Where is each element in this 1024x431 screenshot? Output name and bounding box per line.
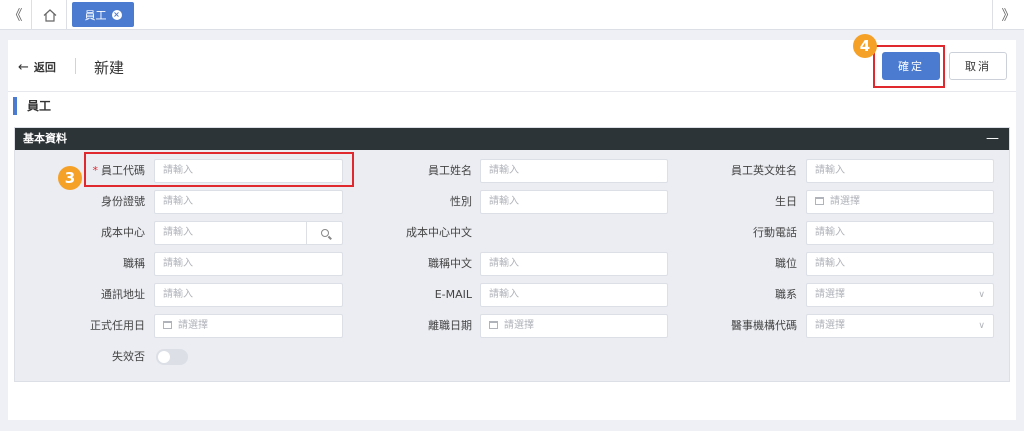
calendar-icon	[163, 321, 172, 329]
emp-name-label: 員工姓名	[428, 164, 472, 177]
panel-header: 基本資料 —	[15, 128, 1009, 150]
calendar-icon	[489, 321, 498, 329]
top-tab-bar: 《 員工 × 》	[0, 0, 1024, 30]
step-4-callout: 4	[853, 34, 877, 58]
mobile-input[interactable]: 請輸入	[806, 221, 994, 245]
cost-center-cn-label: 成本中心中文	[406, 226, 472, 239]
close-tab-icon[interactable]: ×	[111, 9, 122, 20]
position-label: 職位	[775, 257, 797, 270]
job-title-cn-input[interactable]: 請輸入	[480, 252, 668, 276]
section-title: 員工	[13, 97, 51, 115]
leave-date-placeholder: 請選擇	[504, 320, 534, 331]
hire-date-label: 正式任用日	[90, 319, 145, 332]
arrow-left-icon: ←	[18, 59, 29, 75]
back-label: 返回	[33, 61, 56, 74]
header-divider	[75, 58, 76, 74]
home-tab-button[interactable]	[33, 0, 67, 30]
tab-employee-label: 員工	[84, 8, 107, 22]
chevron-down-icon: ∨	[978, 321, 985, 331]
id-no-label: 身份證號	[101, 195, 145, 208]
confirm-button[interactable]: 確定	[882, 52, 940, 80]
emp-name-input[interactable]: 請輸入	[480, 159, 668, 183]
toggle-knob	[158, 351, 170, 363]
job-title-input[interactable]: 請輸入	[154, 252, 343, 276]
position-input[interactable]: 請輸入	[806, 252, 994, 276]
cancel-button[interactable]: 取消	[949, 52, 1007, 80]
job-title-label: 職稱	[123, 257, 145, 270]
scroll-tabs-right-button[interactable]: 》	[992, 0, 1024, 30]
page-title: 新建	[94, 59, 125, 77]
search-button[interactable]	[306, 222, 342, 244]
hr-org-code-placeholder: 請選擇	[815, 320, 845, 331]
page-header: ← 返回 新建 4 確定 取消	[8, 34, 1016, 92]
leave-date-datepicker[interactable]: 請選擇	[480, 314, 668, 338]
address-input[interactable]: 請輸入	[154, 283, 343, 307]
panel-title: 基本資料	[23, 132, 67, 145]
email-label: E-MAIL	[434, 288, 472, 301]
leave-date-label: 離職日期	[428, 319, 472, 332]
emp-en-name-input[interactable]: 請輸入	[806, 159, 994, 183]
calendar-icon	[815, 197, 824, 205]
job-series-label: 職系	[775, 288, 797, 301]
birthday-datepicker[interactable]: 請選擇	[806, 190, 994, 214]
gender-label: 性別	[450, 195, 472, 208]
mobile-label: 行動電話	[753, 226, 797, 239]
step-3-callout: 3	[58, 166, 82, 190]
search-icon	[320, 229, 329, 237]
hire-date-datepicker[interactable]: 請選擇	[154, 314, 343, 338]
emp-en-name-label: 員工英文姓名	[731, 164, 797, 177]
home-icon	[43, 8, 56, 22]
birthday-label: 生日	[775, 195, 797, 208]
cost-center-input[interactable]: 請輸入	[154, 221, 343, 245]
cost-center-label: 成本中心	[101, 226, 145, 239]
collapse-icon[interactable]: —	[986, 128, 999, 150]
job-series-placeholder: 請選擇	[815, 289, 845, 300]
emp-code-highlight-box	[84, 152, 354, 187]
scroll-tabs-left-button[interactable]: 《	[0, 0, 32, 30]
cost-center-placeholder: 請輸入	[163, 227, 193, 238]
gender-input[interactable]: 請輸入	[480, 190, 668, 214]
chevron-down-icon: ∨	[978, 290, 985, 300]
address-label: 通訊地址	[101, 288, 145, 301]
birthday-placeholder: 請選擇	[830, 196, 860, 207]
job-title-cn-label: 職稱中文	[428, 257, 472, 270]
email-input[interactable]: 請輸入	[480, 283, 668, 307]
id-no-input[interactable]: 請輸入	[154, 190, 343, 214]
hr-org-code-label: 醫事機構代碼	[731, 319, 797, 332]
job-series-select[interactable]: 請選擇 ∨	[806, 283, 994, 307]
tab-employee[interactable]: 員工 ×	[72, 2, 134, 27]
inactive-label: 失效否	[112, 350, 145, 363]
hr-org-code-select[interactable]: 請選擇 ∨	[806, 314, 994, 338]
hire-date-placeholder: 請選擇	[178, 320, 208, 331]
inactive-toggle[interactable]	[156, 349, 188, 365]
back-button[interactable]: ← 返回	[18, 59, 56, 75]
